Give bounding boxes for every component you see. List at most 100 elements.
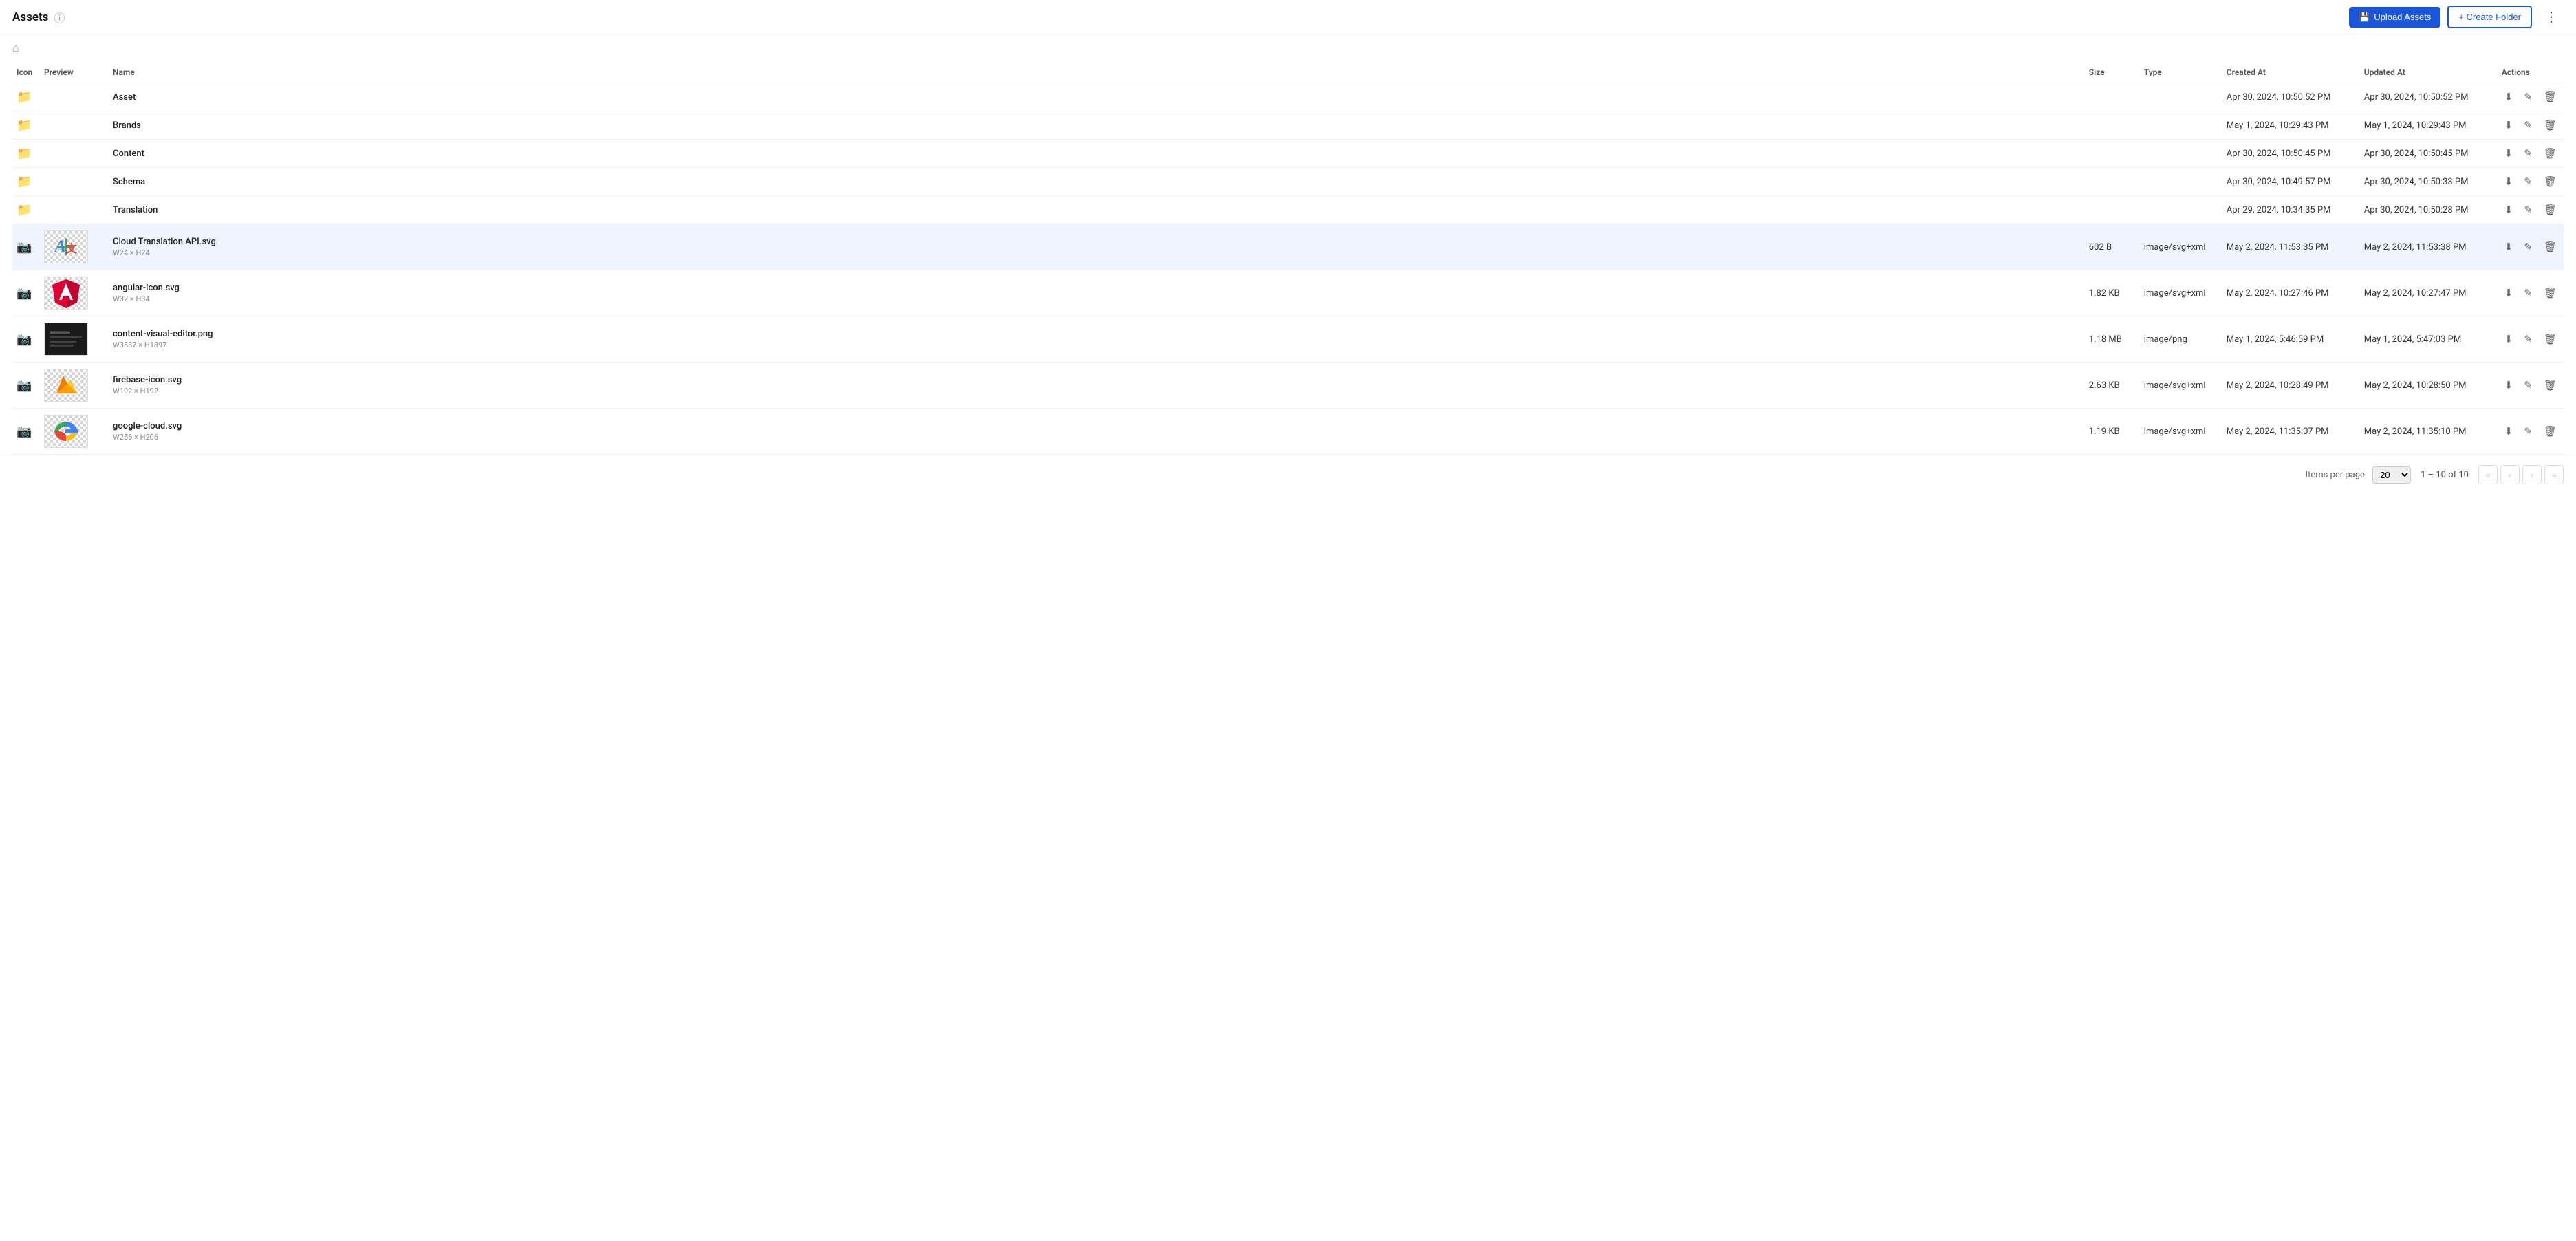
edit-button[interactable]: ✎ <box>2521 174 2535 189</box>
edit-button[interactable]: ✎ <box>2521 89 2535 105</box>
col-header-preview: Preview <box>40 62 109 83</box>
kebab-menu-button[interactable]: ⋮ <box>2539 6 2564 28</box>
row-type-cell: image/svg+xml <box>2140 409 2222 455</box>
edit-button[interactable]: ✎ <box>2521 424 2535 439</box>
edit-button[interactable]: ✎ <box>2521 239 2535 255</box>
row-actions-cell: ⬇ ✎ 🗑 <box>2498 270 2564 316</box>
delete-button[interactable]: 🗑 <box>2541 332 2559 347</box>
download-button[interactable]: ⬇ <box>2502 332 2516 347</box>
page-title: Assets <box>12 10 48 24</box>
top-bar: Assets ⓘ 💾 Upload Assets + Create Folder… <box>0 0 2576 34</box>
delete-button[interactable]: 🗑 <box>2541 285 2559 301</box>
table-row: 📁 Asset Apr 30, 2024, 10:50:52 PM Apr 30… <box>12 83 2564 111</box>
row-created-cell: May 2, 2024, 10:28:49 PM <box>2222 363 2360 409</box>
table-row: 📷 angular-icon.svg W32 × H34 1.82 KB ima… <box>12 270 2564 316</box>
download-button[interactable]: ⬇ <box>2502 285 2516 301</box>
delete-button[interactable]: 🗑 <box>2541 174 2559 189</box>
delete-button[interactable]: 🗑 <box>2541 239 2559 255</box>
download-button[interactable]: ⬇ <box>2502 146 2516 161</box>
row-updated-cell: Apr 30, 2024, 10:50:28 PM <box>2360 196 2498 224</box>
table-row: 📷 google-cloud.svg W256 × H206 1.19 KB i… <box>12 409 2564 455</box>
download-button[interactable]: ⬇ <box>2502 424 2516 439</box>
row-actions-cell: ⬇ ✎ 🗑 <box>2498 409 2564 455</box>
edit-button[interactable]: ✎ <box>2521 202 2535 217</box>
table-row: 📷 A 文 Cloud Translation API.svg W24 × H2… <box>12 224 2564 270</box>
row-updated-cell: Apr 30, 2024, 10:50:45 PM <box>2360 140 2498 168</box>
delete-button[interactable]: 🗑 <box>2541 424 2559 439</box>
row-icon-cell: 📷 <box>12 409 40 455</box>
row-created-cell: May 1, 2024, 10:29:43 PM <box>2222 111 2360 140</box>
row-name-cell: Asset <box>109 83 2085 111</box>
row-type-cell <box>2140 196 2222 224</box>
row-preview-cell <box>40 140 109 168</box>
image-icon: 📷 <box>17 332 32 347</box>
edit-button[interactable]: ✎ <box>2521 378 2535 393</box>
delete-button[interactable]: 🗑 <box>2541 89 2559 105</box>
delete-button[interactable]: 🗑 <box>2541 118 2559 133</box>
assets-table: Icon Preview Name Size Type Created At U… <box>12 62 2564 455</box>
row-preview-cell <box>40 168 109 196</box>
file-preview-thumbnail <box>44 277 88 310</box>
home-icon[interactable]: ⌂ <box>12 41 19 54</box>
file-preview-thumbnail <box>44 415 88 448</box>
row-icon-cell: 📷 <box>12 224 40 270</box>
download-button[interactable]: ⬇ <box>2502 239 2516 255</box>
edit-button[interactable]: ✎ <box>2521 118 2535 133</box>
row-size-cell: 602 B <box>2085 224 2140 270</box>
row-size-cell <box>2085 196 2140 224</box>
row-icon-cell: 📷 <box>12 363 40 409</box>
row-updated-cell: May 1, 2024, 10:29:43 PM <box>2360 111 2498 140</box>
last-page-button[interactable]: » <box>2544 465 2564 484</box>
row-size-cell: 1.18 MB <box>2085 316 2140 363</box>
table-row: 📁 Schema Apr 30, 2024, 10:49:57 PM Apr 3… <box>12 168 2564 196</box>
row-preview-cell <box>40 316 109 363</box>
folder-icon: 📁 <box>17 90 32 105</box>
items-per-page-select[interactable]: 20 10 50 100 <box>2372 466 2411 484</box>
table-row: 📷 firebase-icon.svg W192 × H192 2.63 KB … <box>12 363 2564 409</box>
download-button[interactable]: ⬇ <box>2502 118 2516 133</box>
items-per-page-control: Items per page: 20 10 50 100 <box>2306 466 2412 484</box>
row-actions-cell: ⬇ ✎ 🗑 <box>2498 196 2564 224</box>
edit-button[interactable]: ✎ <box>2521 285 2535 301</box>
row-icon-cell: 📁 <box>12 83 40 111</box>
row-type-cell <box>2140 111 2222 140</box>
folder-icon: 📁 <box>17 203 32 217</box>
row-name-cell: Content <box>109 140 2085 168</box>
image-icon: 📷 <box>17 424 32 439</box>
row-preview-cell: A 文 <box>40 224 109 270</box>
row-icon-cell: 📷 <box>12 316 40 363</box>
first-page-button[interactable]: « <box>2478 465 2498 484</box>
upload-icon: 💾 <box>2359 12 2370 23</box>
upload-assets-button[interactable]: 💾 Upload Assets <box>2349 7 2440 28</box>
row-type-cell <box>2140 168 2222 196</box>
row-updated-cell: May 2, 2024, 10:28:50 PM <box>2360 363 2498 409</box>
row-size-cell: 1.19 KB <box>2085 409 2140 455</box>
next-page-button[interactable]: › <box>2522 465 2542 484</box>
delete-button[interactable]: 🗑 <box>2541 378 2559 393</box>
edit-button[interactable]: ✎ <box>2521 332 2535 347</box>
delete-button[interactable]: 🗑 <box>2541 202 2559 217</box>
row-size-cell: 2.63 KB <box>2085 363 2140 409</box>
download-button[interactable]: ⬇ <box>2502 202 2516 217</box>
row-updated-cell: May 2, 2024, 11:35:10 PM <box>2360 409 2498 455</box>
row-type-cell: image/svg+xml <box>2140 224 2222 270</box>
row-size-cell <box>2085 140 2140 168</box>
download-button[interactable]: ⬇ <box>2502 378 2516 393</box>
col-header-size: Size <box>2085 62 2140 83</box>
edit-button[interactable]: ✎ <box>2521 146 2535 161</box>
delete-button[interactable]: 🗑 <box>2541 146 2559 161</box>
row-type-cell: image/svg+xml <box>2140 363 2222 409</box>
create-folder-button[interactable]: + Create Folder <box>2447 6 2532 28</box>
row-preview-cell <box>40 111 109 140</box>
row-created-cell: May 2, 2024, 10:27:46 PM <box>2222 270 2360 316</box>
help-icon[interactable]: ⓘ <box>54 9 65 25</box>
top-bar-right: 💾 Upload Assets + Create Folder ⋮ <box>2349 6 2564 28</box>
row-name-cell: Translation <box>109 196 2085 224</box>
download-button[interactable]: ⬇ <box>2502 174 2516 189</box>
prev-page-button[interactable]: ‹ <box>2500 465 2520 484</box>
row-name-cell: google-cloud.svg W256 × H206 <box>109 409 2085 455</box>
items-per-page-label: Items per page: <box>2306 470 2368 480</box>
folder-icon: 📁 <box>17 147 32 161</box>
row-actions-cell: ⬇ ✎ 🗑 <box>2498 83 2564 111</box>
download-button[interactable]: ⬇ <box>2502 89 2516 105</box>
